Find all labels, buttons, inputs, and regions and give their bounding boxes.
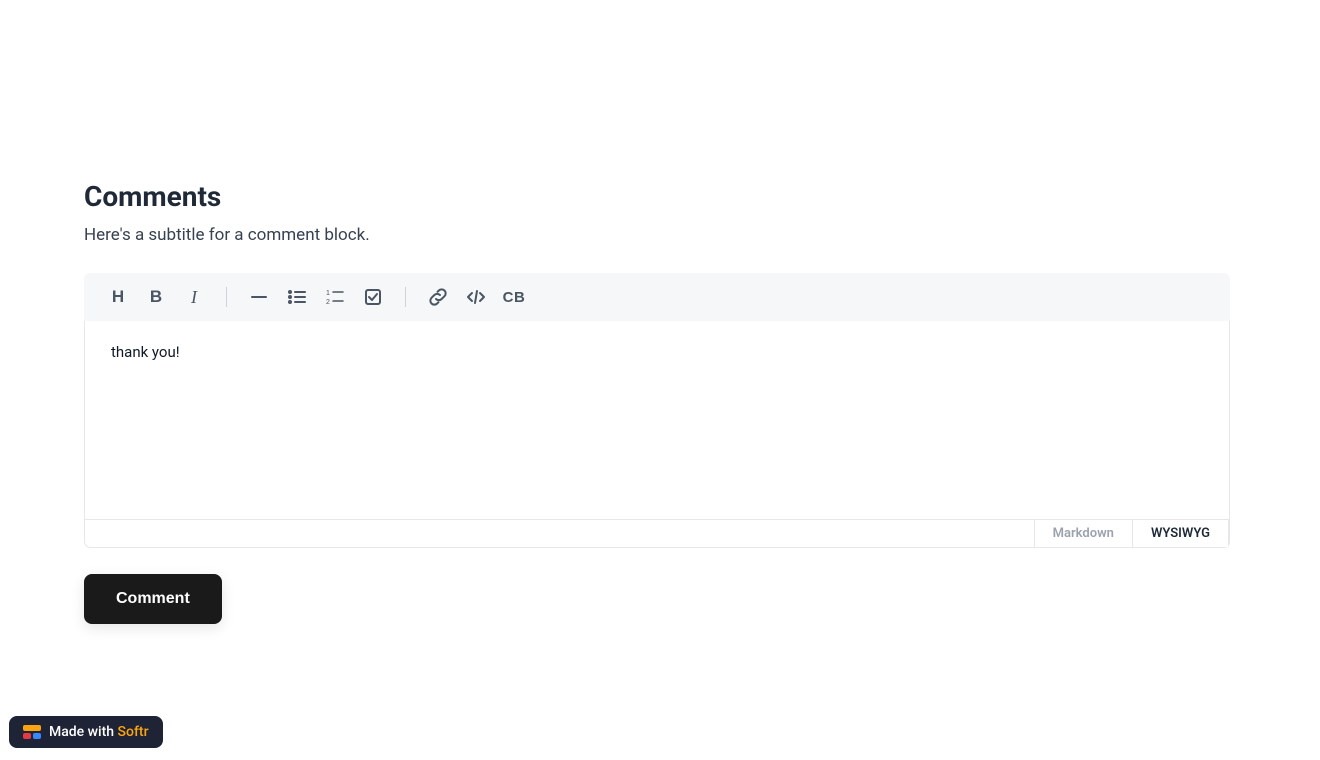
svg-text:2: 2 bbox=[326, 299, 330, 306]
link-button[interactable] bbox=[422, 281, 454, 313]
comment-editor: H B I bbox=[84, 273, 1230, 548]
bold-button[interactable]: B bbox=[140, 281, 172, 313]
comment-button[interactable]: Comment bbox=[84, 574, 222, 624]
bullet-list-button[interactable] bbox=[281, 281, 313, 313]
italic-icon: I bbox=[191, 287, 197, 308]
link-icon bbox=[428, 287, 448, 307]
badge-text: Made with Softr bbox=[49, 724, 149, 740]
code-icon bbox=[465, 287, 487, 307]
editor-textarea[interactable]: thank you! bbox=[84, 321, 1230, 519]
editor-toolbar: H B I bbox=[84, 273, 1230, 321]
tab-markdown[interactable]: Markdown bbox=[1035, 520, 1133, 547]
ordered-list-icon: 1 2 bbox=[325, 287, 345, 307]
softr-badge[interactable]: Made with Softr bbox=[9, 716, 163, 748]
checklist-icon bbox=[363, 287, 383, 307]
bullet-list-icon bbox=[287, 287, 307, 307]
checklist-button[interactable] bbox=[357, 281, 389, 313]
horizontal-rule-button[interactable] bbox=[243, 281, 275, 313]
svg-text:1: 1 bbox=[326, 290, 330, 297]
toolbar-divider bbox=[226, 287, 227, 307]
codeblock-button[interactable]: CB bbox=[498, 281, 530, 313]
page-title: Comments bbox=[84, 180, 1236, 213]
toolbar-divider bbox=[405, 287, 406, 307]
tab-wysiwyg[interactable]: WYSIWYG bbox=[1133, 520, 1229, 547]
code-button[interactable] bbox=[460, 281, 492, 313]
horizontal-rule-icon bbox=[250, 288, 268, 306]
heading-icon: H bbox=[112, 287, 124, 307]
editor-content: thank you! bbox=[111, 343, 1203, 361]
softr-logo-icon bbox=[23, 725, 41, 739]
bold-icon: B bbox=[150, 287, 162, 307]
codeblock-icon: CB bbox=[503, 289, 526, 306]
italic-button[interactable]: I bbox=[178, 281, 210, 313]
page-subtitle: Here's a subtitle for a comment block. bbox=[84, 225, 1236, 245]
editor-footer: Markdown WYSIWYG bbox=[84, 519, 1230, 548]
editor-mode-tabs: Markdown WYSIWYG bbox=[1034, 520, 1229, 547]
heading-button[interactable]: H bbox=[102, 281, 134, 313]
ordered-list-button[interactable]: 1 2 bbox=[319, 281, 351, 313]
